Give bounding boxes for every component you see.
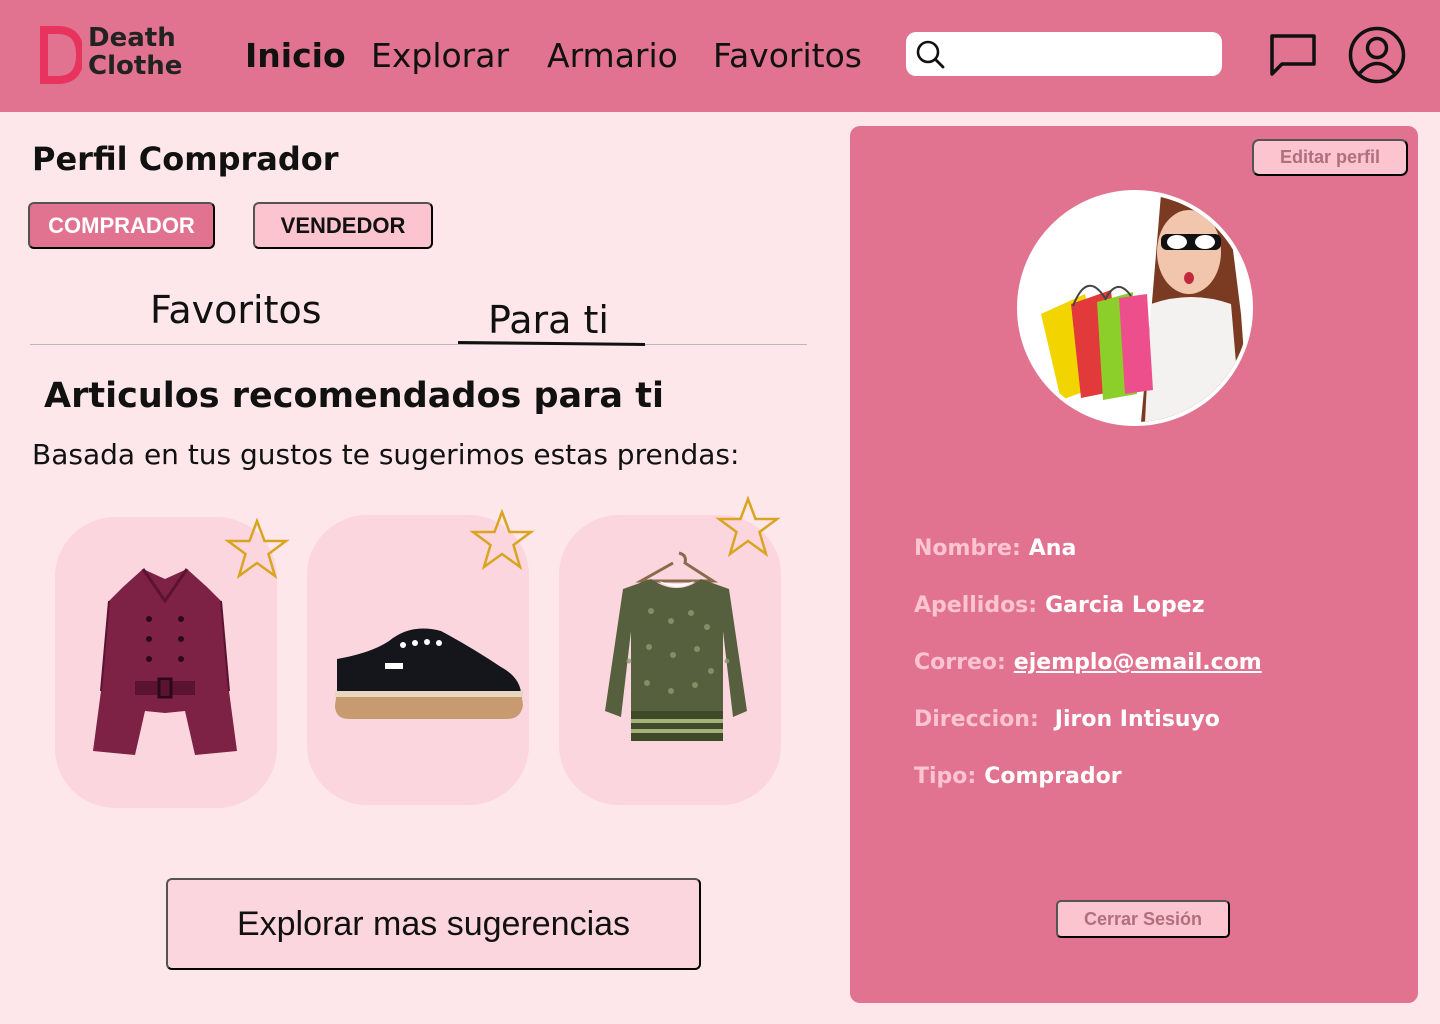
top-nav-bar: Death Clothe Inicio Explorar Armario Fav… [0,0,1440,112]
product-card-blouse[interactable] [559,496,781,805]
product-card-coat[interactable] [55,517,290,808]
field-label: Apellidos: [914,593,1038,618]
logo-mark-icon [40,26,82,84]
explore-more-button[interactable]: Explorar mas sugerencias [166,878,701,970]
trench-coat-image [93,568,237,755]
field-direccion: Direccion: Jiron Intisuyo [914,707,1220,732]
nav-armario[interactable]: Armario [547,36,678,75]
logout-button[interactable]: Cerrar Sesión [1056,900,1230,938]
active-tab-indicator [457,341,646,346]
product-card-sneaker[interactable] [307,509,535,805]
avatar-photo [1021,194,1249,422]
favorite-star-icon[interactable] [224,518,290,581]
user-icon[interactable] [1348,26,1406,84]
field-label: Tipo: [914,764,977,789]
nav-explorar[interactable]: Explorar [371,36,509,75]
nav-inicio[interactable]: Inicio [245,36,346,75]
favorite-star-icon[interactable] [469,509,535,572]
logo[interactable]: Death Clothe [40,24,210,84]
page-title: Perfil Comprador [32,140,339,178]
section-subtitle: Basada en tus gustos te sugerimos estas … [32,438,740,471]
field-label: Correo: [914,650,1006,675]
blouse-image [605,551,747,741]
field-value: Comprador [984,764,1122,789]
chat-icon[interactable] [1268,32,1318,78]
tab-para-ti[interactable]: Para ti [488,298,609,342]
field-value: Jiron Intisuyo [1054,707,1220,732]
section-title: Articulos recomendados para ti [44,376,664,416]
search-icon[interactable] [916,40,946,70]
field-value: Ana [1028,536,1077,561]
profile-panel: Editar perfil Nombre: Ana Apellidos: Garci… [850,126,1418,1003]
logo-line1: Death [88,23,176,53]
search-input[interactable] [906,32,1222,76]
logo-text: Death Clothe [88,24,182,80]
favorite-star-icon[interactable] [715,496,781,559]
field-value: Garcia Lopez [1045,593,1205,618]
tab-favoritos[interactable]: Favoritos [150,288,322,332]
tab-divider [30,344,807,345]
field-correo: Correo: ejemplo@email.com [914,650,1262,675]
field-nombre: Nombre: Ana [914,536,1076,561]
nav-favoritos[interactable]: Favoritos [713,36,862,75]
field-apellidos: Apellidos: Garcia Lopez [914,593,1205,618]
buyer-role-button[interactable]: COMPRADOR [28,202,215,249]
field-label: Nombre: [914,536,1021,561]
edit-profile-button[interactable]: Editar perfil [1252,139,1408,176]
logo-line2: Clothe [88,51,183,81]
field-label: Direccion: [914,707,1039,732]
sneaker-image [335,628,523,719]
field-tipo: Tipo: Comprador [914,764,1122,789]
avatar [1017,190,1253,426]
email-link[interactable]: ejemplo@email.com [1014,650,1262,675]
seller-role-button[interactable]: VENDEDOR [253,202,433,249]
